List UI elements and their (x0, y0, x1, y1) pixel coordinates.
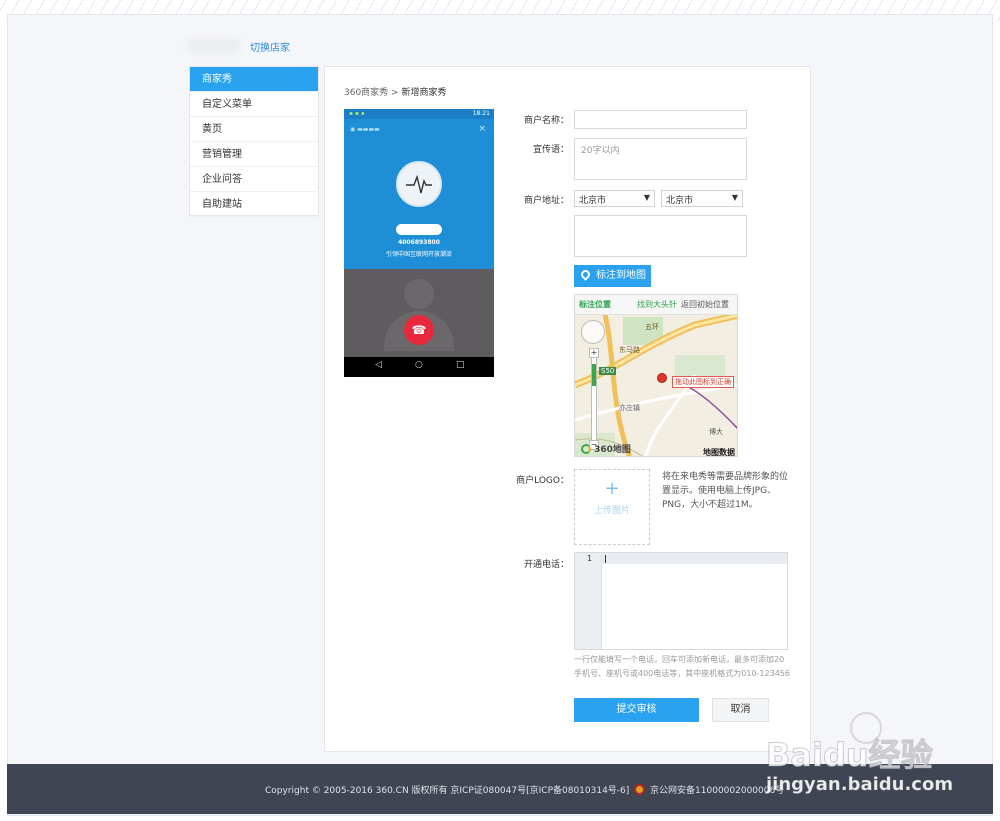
phone-hint-line-1: 一行仅能填写一个电话，回车可添加新电话，最多可添加20 (574, 655, 785, 664)
map-compass-icon[interactable] (581, 320, 605, 344)
address-label: 商户地址： (523, 196, 569, 206)
zoom-level-fill (592, 364, 596, 386)
map-brand-logo-icon (581, 444, 591, 454)
sidebar-item-yellow-pages[interactable]: 黄页 (190, 117, 318, 142)
police-badge-icon (634, 784, 646, 795)
city-dropdown-icon: ▼ (731, 193, 738, 202)
map-drag-callout: 拖动此图标到正确 (672, 376, 734, 388)
map-brand-label: 360地图 (594, 445, 631, 455)
map-tab-mark[interactable]: 标注位置 (579, 295, 611, 315)
city-select[interactable]: 北京市 ▼ (661, 190, 743, 207)
sidebar-item-marketing[interactable]: 营销管理 (190, 142, 318, 167)
caller-slogan: 引领中国互联网开放潮流 (385, 251, 452, 258)
status-icons (348, 111, 364, 116)
map-brand: 360地图 (581, 442, 631, 455)
map-toolbar: 标注位置 找到大头针 返回初始位置 (575, 295, 737, 315)
editor-gutter (575, 553, 602, 649)
upload-plus-icon: + (604, 478, 620, 499)
province-select[interactable]: 北京市 ▼ (574, 190, 655, 207)
heartbeat-icon (396, 161, 442, 207)
submit-review-button[interactable]: 提交审核 (574, 698, 699, 722)
map-label-district: 亦庄镇 (619, 404, 640, 412)
blurred-shop-name (186, 38, 242, 54)
merchant-name-input[interactable] (574, 110, 747, 129)
breadcrumb-separator: > (388, 88, 402, 98)
slogan-label: 宣传语： (532, 145, 569, 155)
slogan-textarea[interactable]: 20字以内 (574, 138, 747, 180)
map-label-poi: 博大 (709, 428, 723, 436)
map-data-attribution: 地图数据 (703, 448, 735, 457)
logo-label: 商户LOGO： (516, 476, 569, 486)
footer-text: Copyright © 2005-2016 360.CN 版权所有 京ICP证0… (265, 783, 784, 796)
sidebar-item-site-builder[interactable]: 自助建站 (190, 192, 318, 217)
editor-caret (605, 555, 606, 563)
map-route-badge: S50 (599, 367, 617, 375)
phone-preview: 18:21 ◉ ▬▬▬▬ × 4006893800 引领中国互联网开放潮流 ☎ … (344, 109, 494, 377)
map-label-ring-road: 五环 (645, 323, 659, 331)
logo-upload-box[interactable]: + 上传图片 (574, 469, 650, 545)
province-value: 北京市 (579, 196, 607, 206)
phone-app-title-blurred: ◉ ▬▬▬▬ (350, 126, 380, 133)
map-label-road: 东马路 (619, 346, 640, 354)
breadcrumb-root[interactable]: 360商家秀 (344, 88, 388, 98)
android-navbar: ◁ ○ □ (344, 357, 494, 377)
sidebar-item-shangjiaxiu[interactable]: 商家秀 (190, 67, 318, 92)
footer-copyright: Copyright © 2005-2016 360.CN 版权所有 京ICP证0… (265, 786, 630, 796)
avatar-silhouette-icon (404, 279, 434, 309)
map-pin-icon (579, 268, 592, 281)
footer-police-record[interactable]: 京公网安备11000002000006号 (650, 786, 784, 796)
caller-number: 4006893800 (398, 239, 440, 246)
back-icon: ◁ (375, 360, 382, 370)
city-value: 北京市 (666, 196, 694, 206)
mark-on-map-button[interactable]: 标注到地图 (574, 265, 651, 287)
editor-line-number: 1 (587, 554, 593, 563)
breadcrumb-current: 新增商家秀 (401, 88, 447, 98)
baidu-watermark: Baidu经验 jingyan.baidu.com (766, 712, 996, 802)
phone-close-icon: × (478, 124, 486, 134)
sidebar-item-custom-menu[interactable]: 自定义菜单 (190, 92, 318, 117)
phone-hint-line-2: 手机号、座机号或400电话等，其中座机格式为010-123456 (574, 669, 790, 678)
map-zoom-slider[interactable]: + − (589, 348, 599, 450)
breadcrumb: 360商家秀 > 新增商家秀 (344, 85, 446, 98)
phone-label: 开通电话： (523, 560, 569, 570)
zoom-in-icon[interactable]: + (589, 348, 599, 358)
map-widget[interactable]: 标注位置 找到大头针 返回初始位置 + − 五环 东马路 S50 拖动此图标到正… (574, 294, 738, 457)
province-dropdown-icon: ▼ (643, 193, 650, 202)
map-tab-reset[interactable]: 返回初始位置 (681, 295, 729, 315)
caller-name-pill (396, 224, 442, 235)
mark-on-map-label: 标注到地图 (596, 270, 646, 281)
map-tab-find-pin[interactable]: 找到大头针 (637, 295, 677, 315)
upload-label: 上传图片 (593, 506, 630, 516)
cancel-button[interactable]: 取消 (712, 698, 769, 722)
map-marker-icon[interactable] (657, 373, 667, 383)
merchant-name-label: 商户名称： (523, 116, 569, 126)
home-icon: ○ (415, 360, 423, 370)
sidebar-item-enterprise-qa[interactable]: 企业问答 (190, 167, 318, 192)
phone-time: 18:21 (472, 110, 490, 117)
logo-hint-text: 将在来电秀等需要品牌形象的位置显示。使用电脑上传JPG、PNG，大小不超过1M。 (662, 472, 789, 510)
recents-icon: □ (456, 360, 465, 370)
hangup-icon: ☎ (404, 315, 434, 345)
phone-number-editor[interactable]: 1 (574, 552, 788, 650)
sidebar: 商家秀 自定义菜单 黄页 营销管理 企业问答 自助建站 (189, 66, 319, 217)
watermark-logo: Baidu经验 (766, 736, 934, 775)
switch-shop-link[interactable]: 切换店家 (250, 39, 290, 54)
phone-call-area: ☎ (344, 269, 494, 357)
watermark-url: jingyan.baidu.com (766, 774, 954, 796)
editor-active-line (602, 553, 787, 564)
address-detail-textarea[interactable] (574, 215, 747, 257)
phone-status-bar: 18:21 (344, 109, 494, 119)
